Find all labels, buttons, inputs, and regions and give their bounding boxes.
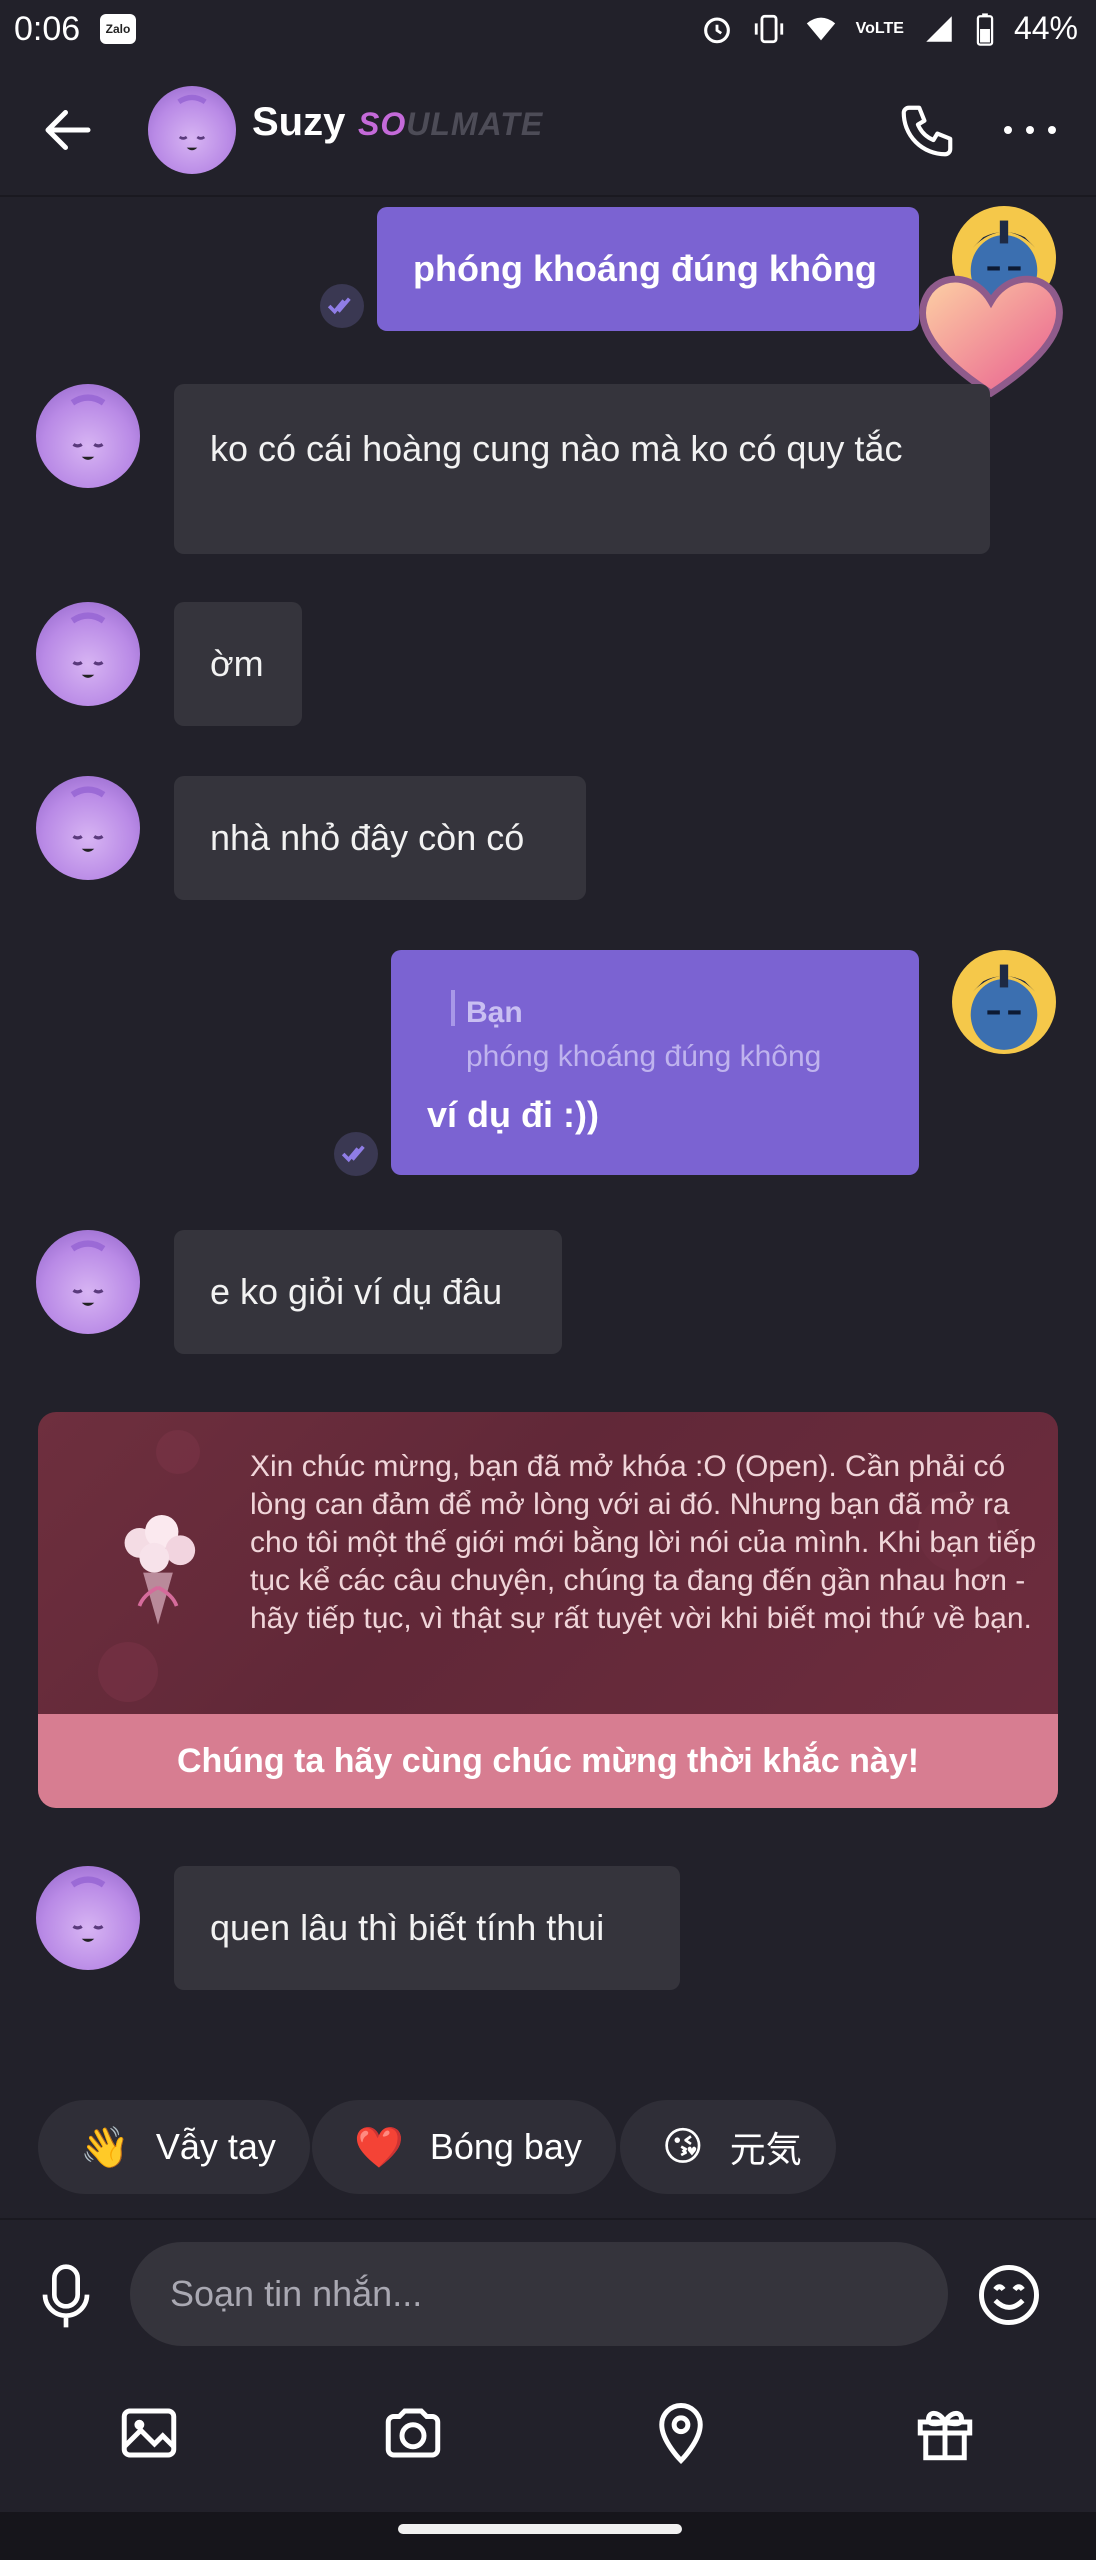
contact-avatar-face xyxy=(70,394,106,460)
message-bubble-received[interactable]: quen lâu thì biết tính thui xyxy=(174,1866,680,1990)
quick-reply-label: 元気 xyxy=(729,2129,802,2170)
divider xyxy=(0,2218,1096,2220)
message-bubble-received[interactable]: e ko giỏi ví dụ đâu xyxy=(174,1230,562,1354)
soulmate-badge: SOULMATE xyxy=(358,106,543,143)
signal-icon xyxy=(926,15,952,42)
contact-avatar-face xyxy=(70,786,106,852)
my-avatar-face xyxy=(970,964,1038,1050)
wave-emoji-icon: 👋 xyxy=(80,2125,130,2170)
contact-message-avatar[interactable] xyxy=(36,1230,140,1334)
read-receipt-icon xyxy=(320,284,364,328)
contact-avatar-face xyxy=(70,1240,106,1306)
heart-emoji-icon: ❤️ xyxy=(354,2125,404,2170)
soulmate-badge-part2: ULMATE xyxy=(406,106,544,142)
wifi-icon xyxy=(806,17,835,40)
heart-sticker-icon xyxy=(919,275,1063,398)
microphone-icon[interactable] xyxy=(38,2262,94,2332)
soulmate-badge-part1: SO xyxy=(358,106,407,142)
message-bubble-sent-reply[interactable]: Bạn phóng khoáng đúng không ví dụ đi :)) xyxy=(391,950,919,1175)
contact-message-avatar[interactable] xyxy=(36,1866,140,1970)
kiss-emoji-icon: 😘 xyxy=(662,2125,704,2169)
gallery-icon[interactable] xyxy=(116,2400,182,2466)
alarm-icon xyxy=(703,17,730,43)
emoji-picker-icon[interactable] xyxy=(976,2262,1042,2328)
gift-icon[interactable] xyxy=(912,2400,978,2466)
status-time: 0:06 xyxy=(14,10,81,48)
contact-message-avatar[interactable] xyxy=(36,602,140,706)
reply-label: Bạn xyxy=(466,996,523,1029)
message-bubble-received[interactable]: nhà nhỏ đây còn có xyxy=(174,776,586,900)
quick-reply-wave[interactable]: 👋 Vẫy tay xyxy=(38,2100,310,2194)
home-indicator[interactable] xyxy=(398,2524,682,2534)
my-avatar[interactable] xyxy=(952,950,1056,1054)
volte-indicator: VoLTE xyxy=(855,19,904,37)
back-arrow-icon[interactable] xyxy=(38,100,98,160)
bouquet-icon xyxy=(124,1515,196,1625)
battery-percent: 44% xyxy=(1013,10,1078,46)
read-receipt-icon xyxy=(334,1132,378,1176)
contact-name: Suzy xyxy=(252,100,346,144)
contact-message-avatar[interactable] xyxy=(36,384,140,488)
contact-avatar-face xyxy=(70,1876,106,1942)
zalo-notification-icon: Zalo xyxy=(100,14,136,44)
quick-reply-balloon[interactable]: ❤️ Bóng bay xyxy=(312,2100,616,2194)
celebrate-button[interactable]: Chúng ta hãy cùng chúc mừng thời khắc nà… xyxy=(38,1714,1058,1808)
contact-avatar[interactable] xyxy=(148,86,236,174)
message-input[interactable]: Soạn tin nhắn... xyxy=(130,2242,948,2346)
contact-avatar-face xyxy=(177,94,207,151)
status-bar: 0:06 Zalo VoLTE 44% xyxy=(0,0,1096,60)
message-bubble-received[interactable]: ờm xyxy=(174,602,302,726)
system-nav-bar xyxy=(0,2512,1096,2560)
phone-call-icon[interactable] xyxy=(896,100,958,162)
contact-avatar-face xyxy=(70,612,106,678)
reply-quote-text: phóng khoáng đúng không xyxy=(466,1040,822,1073)
reply-quote-bar xyxy=(451,990,455,1026)
message-bubble-received[interactable]: ko có cái hoàng cung nào mà ko có quy tắ… xyxy=(174,384,990,554)
contact-message-avatar[interactable] xyxy=(36,776,140,880)
message-text: ví dụ đi :)) xyxy=(427,1094,599,1135)
vibrate-icon xyxy=(754,14,783,43)
more-options-icon[interactable] xyxy=(1000,120,1060,140)
quick-reply-label: Vẫy tay xyxy=(155,2126,276,2167)
celebration-message: Xin chúc mừng, bạn đã mở khóa :O (Open).… xyxy=(250,1450,1037,1635)
battery-icon xyxy=(976,12,994,46)
status-icons: VoLTE 44% xyxy=(700,10,1078,47)
quick-reply-genki[interactable]: 😘 元気 xyxy=(620,2100,836,2194)
camera-icon[interactable] xyxy=(380,2400,446,2466)
message-bubble-sent[interactable]: phóng khoáng đúng không xyxy=(377,207,919,331)
quick-reply-label: Bóng bay xyxy=(429,2126,582,2167)
celebration-card: Xin chúc mừng, bạn đã mở khóa :O (Open).… xyxy=(38,1412,1058,1808)
location-pin-icon[interactable] xyxy=(648,2400,714,2466)
